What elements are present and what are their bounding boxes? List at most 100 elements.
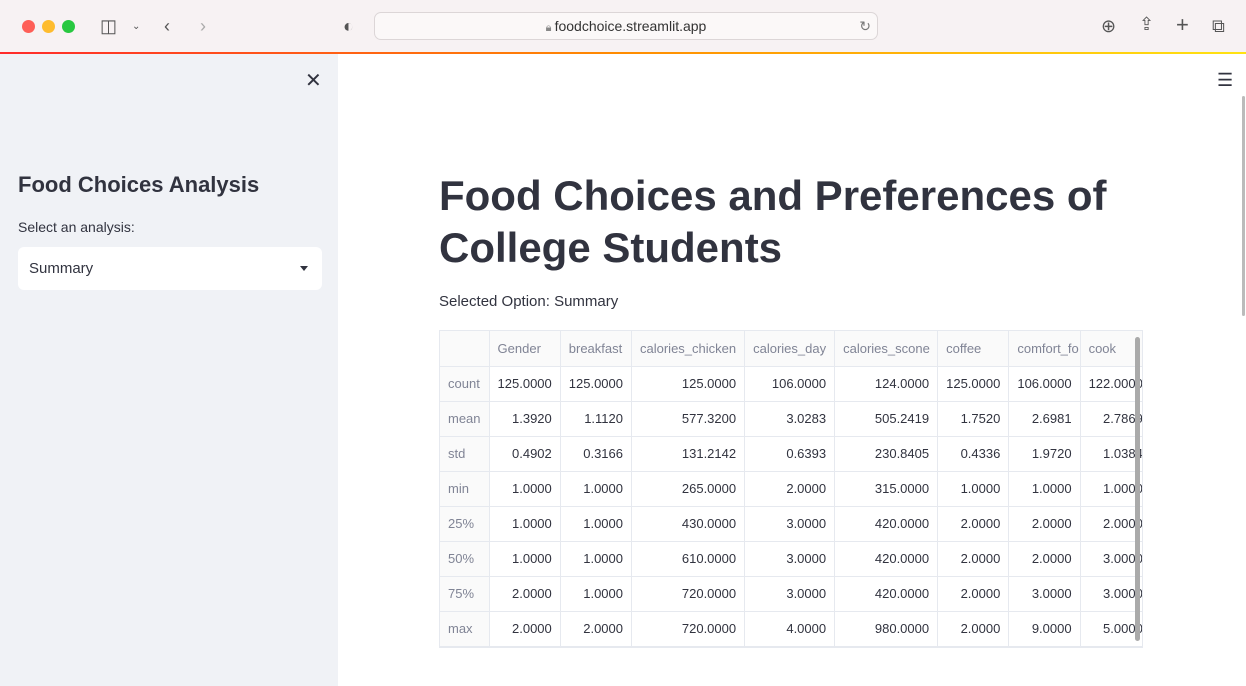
table-cell: 1.0384 (1080, 436, 1142, 472)
column-header[interactable]: comfort_fo (1008, 331, 1081, 367)
table-cell: 1.0000 (560, 506, 633, 542)
menu-icon[interactable]: ☰ (1217, 70, 1233, 91)
table-cell: 1.0000 (489, 541, 561, 577)
close-icon[interactable]: ✕ (305, 68, 322, 93)
table-cell: 420.0000 (834, 506, 939, 542)
table-cell: 420.0000 (834, 541, 939, 577)
table-cell: 125.0000 (489, 366, 561, 402)
table-cell: 720.0000 (631, 576, 746, 612)
column-header[interactable]: breakfast (560, 331, 633, 367)
row-index: min (440, 471, 490, 507)
table-cell: 4.0000 (744, 611, 836, 647)
forward-icon[interactable]: › (200, 16, 206, 36)
close-window-button[interactable] (22, 20, 35, 33)
page-title: Food Choices and Preferences of College … (439, 172, 1107, 271)
table-cell: 2.6981 (1008, 401, 1081, 437)
analysis-select[interactable]: Summary (18, 247, 322, 290)
table-scrollbar[interactable] (1135, 337, 1140, 641)
table-cell: 2.0000 (489, 611, 561, 647)
sidebar-title: Food Choices Analysis (18, 172, 260, 197)
table-cell: 2.7869 (1080, 401, 1142, 437)
chevron-down-icon[interactable]: ⌄ (132, 17, 140, 37)
table-cell: 2.0000 (489, 576, 561, 612)
table-cell: 1.0000 (1080, 471, 1142, 507)
table-cell: 1.0000 (937, 471, 1010, 507)
table-row: min 1.0000 1.0000 265.0000 2.0000 315.0000 1.0… (440, 471, 1142, 507)
table-cell: 0.3166 (560, 436, 633, 472)
table-cell: 0.4902 (489, 436, 561, 472)
zoom-window-button[interactable] (62, 20, 75, 33)
column-header[interactable] (440, 331, 490, 367)
table-cell: 122.0000 (1080, 366, 1142, 402)
table-cell: 505.2419 (834, 401, 939, 437)
new-tab-icon[interactable]: + (1176, 14, 1189, 36)
column-header[interactable]: calories_scone (834, 331, 939, 367)
table-row: count 125.0000 125.0000 125.0000 106.0000 124… (440, 366, 1142, 402)
table-cell: 430.0000 (631, 506, 746, 542)
url-text: foodchoice.streamlit.app (554, 18, 707, 34)
table-cell: 1.0000 (560, 541, 633, 577)
table-cell: 1.0000 (489, 471, 561, 507)
table-cell: 2.0000 (937, 576, 1010, 612)
table-cell: 230.8405 (834, 436, 939, 472)
table-cell: 1.0000 (1008, 471, 1081, 507)
lock-icon: 🔒︎ (545, 22, 555, 34)
table-cell: 3.0000 (1080, 576, 1142, 612)
table-cell: 3.0283 (744, 401, 836, 437)
table-cell: 2.0000 (937, 506, 1010, 542)
table-row: 50% 1.0000 1.0000 610.0000 3.0000 420.0000 2.0… (440, 541, 1142, 577)
table-cell: 2.0000 (560, 611, 633, 647)
column-header[interactable]: calories_day (744, 331, 836, 367)
address-bar[interactable]: 🔒︎ foodchoice.streamlit.app ↻ (374, 12, 878, 40)
table-cell: 131.2142 (631, 436, 746, 472)
table-header-row: Gender breakfast calories_chicken calories_… (440, 331, 1142, 367)
table-cell: 2.0000 (937, 541, 1010, 577)
caret-down-icon (300, 266, 308, 271)
download-icon[interactable]: ⊕ (1101, 16, 1116, 36)
table-cell: 3.0000 (744, 541, 836, 577)
selected-option-text: Selected Option: Summary (439, 293, 619, 310)
sidebar: ✕ Food Choices Analysis Select an analys… (0, 54, 338, 686)
select-label: Select an analysis: (18, 219, 135, 235)
column-header[interactable]: calories_chicken (631, 331, 746, 367)
minimize-window-button[interactable] (42, 20, 55, 33)
table-cell: 1.0000 (489, 506, 561, 542)
back-icon[interactable]: ‹ (164, 16, 170, 36)
browser-toolbar: ◫ ⌄ ‹ › ◐ 🔒︎ foodchoice.streamlit.app ↻ ⊕… (0, 0, 1246, 53)
row-index: 25% (440, 506, 490, 542)
table-cell: 5.0000 (1080, 611, 1142, 647)
row-index: 75% (440, 576, 490, 612)
table-cell: 9.0000 (1008, 611, 1081, 647)
table-cell: 125.0000 (560, 366, 633, 402)
column-header[interactable]: Gender (489, 331, 561, 367)
table-row: std 0.4902 0.3166 131.2142 0.6393 230.8405 0.4… (440, 436, 1142, 472)
summary-table[interactable]: Gender breakfast calories_chicken calories_… (439, 330, 1143, 648)
shield-icon[interactable]: ◐ (343, 16, 354, 36)
page-scrollbar[interactable] (1242, 96, 1245, 316)
row-index: max (440, 611, 490, 647)
table-cell: 3.0000 (744, 506, 836, 542)
tabs-overview-icon[interactable]: ⧉ (1212, 16, 1225, 36)
table-cell: 420.0000 (834, 576, 939, 612)
table-cell: 3.0000 (1008, 576, 1081, 612)
table-cell: 2.0000 (1008, 506, 1081, 542)
table-row: mean 1.3920 1.1120 577.3200 3.0283 505.2419 1.… (440, 401, 1142, 437)
table-cell: 1.9720 (1008, 436, 1081, 472)
table-cell: 0.4336 (937, 436, 1010, 472)
table-cell: 125.0000 (631, 366, 746, 402)
table-cell: 3.0000 (1080, 541, 1142, 577)
table-cell: 2.0000 (1080, 506, 1142, 542)
table-cell: 124.0000 (834, 366, 939, 402)
table-row: 25% 1.0000 1.0000 430.0000 3.0000 420.0000 2.0… (440, 506, 1142, 542)
column-header[interactable]: coffee (937, 331, 1010, 367)
column-header[interactable]: cook (1080, 331, 1142, 367)
table-cell: 610.0000 (631, 541, 746, 577)
reload-icon[interactable]: ↻ (859, 13, 871, 40)
sidebar-toggle-icon[interactable]: ◫ (100, 16, 117, 36)
table-cell: 106.0000 (1008, 366, 1081, 402)
table-cell: 265.0000 (631, 471, 746, 507)
share-icon[interactable]: ⇪ (1139, 14, 1154, 34)
select-value: Summary (29, 260, 94, 277)
table-cell: 1.3920 (489, 401, 561, 437)
table-cell: 2.0000 (1008, 541, 1081, 577)
